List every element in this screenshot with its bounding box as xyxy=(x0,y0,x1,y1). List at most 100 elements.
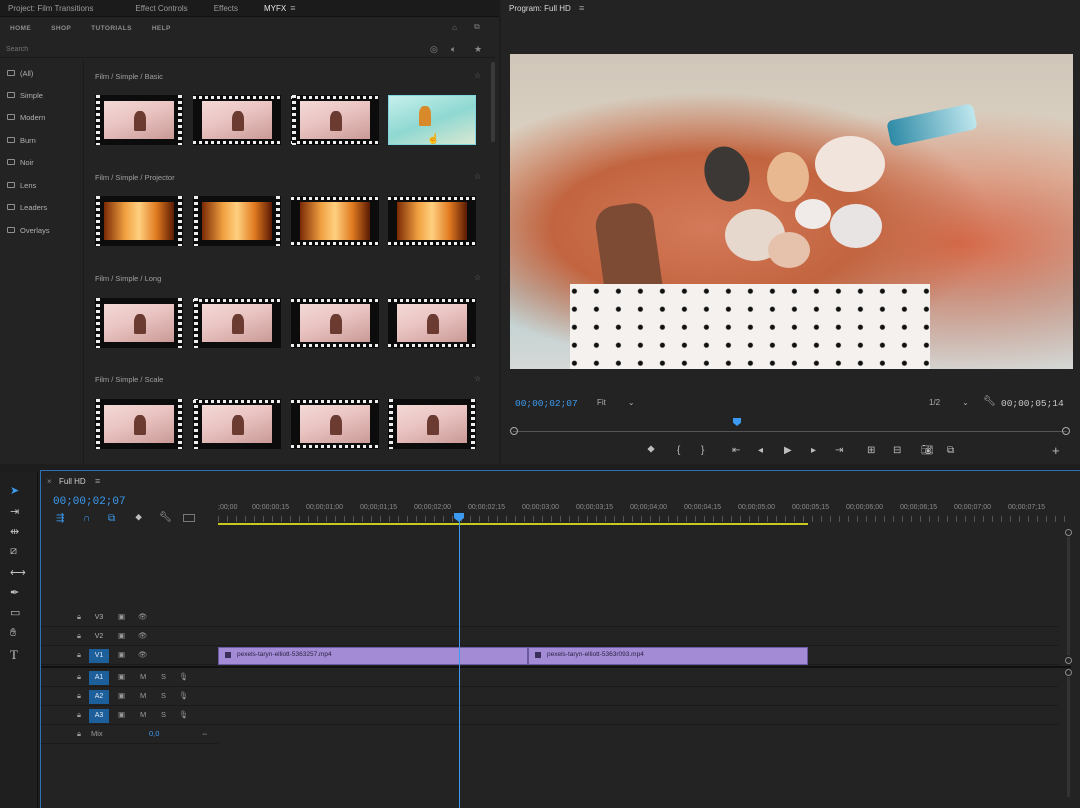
ripple-edit-tool-icon[interactable]: ⇹ xyxy=(10,525,19,538)
linked-selection-icon[interactable]: ⧉ xyxy=(108,513,115,524)
preset-thumbnail[interactable] xyxy=(388,196,476,246)
lock-icon[interactable]: 🔒︎ xyxy=(77,729,81,739)
preset-thumbnail[interactable] xyxy=(95,399,183,449)
preset-thumbnail[interactable] xyxy=(95,196,183,246)
add-marker-icon[interactable]: ⯁ xyxy=(647,445,655,456)
lift-icon[interactable]: ⊞ xyxy=(867,445,875,456)
preset-thumbnail[interactable] xyxy=(193,399,281,449)
lock-icon[interactable]: 🔒︎ xyxy=(77,631,81,641)
scrub-start-handle[interactable] xyxy=(510,427,518,435)
category-all[interactable]: (All) xyxy=(7,66,33,80)
compare-view-icon[interactable]: ⧉ xyxy=(947,445,954,456)
nav-shop[interactable]: SHOP xyxy=(41,25,81,32)
star-icon[interactable]: ☆ xyxy=(474,172,481,181)
favorite-icon[interactable]: ★ xyxy=(474,44,482,55)
solo-button[interactable]: S xyxy=(161,691,166,700)
mix-value[interactable]: 0,0 xyxy=(149,729,159,738)
preset-thumbnail[interactable] xyxy=(193,196,281,246)
audio-vertical-scrollbar[interactable] xyxy=(1067,677,1070,797)
nav-tutorials[interactable]: TUTORIALS xyxy=(81,25,142,32)
lock-icon[interactable]: 🔒︎ xyxy=(77,710,81,720)
nest-icon[interactable]: ⇶ xyxy=(56,513,64,524)
lock-icon[interactable]: 🔒︎ xyxy=(77,691,81,701)
resolution-dropdown[interactable]: 1/2 ⌄ xyxy=(929,398,969,407)
track-row-v2[interactable] xyxy=(218,628,1058,646)
speaker-icon[interactable]: 🔈︎ xyxy=(451,44,456,55)
mark-in-icon[interactable]: { xyxy=(677,445,680,456)
play-icon[interactable]: ▶ xyxy=(784,445,792,456)
type-tool-icon[interactable]: T xyxy=(10,647,18,663)
microphone-icon[interactable]: 🎙︎ xyxy=(179,710,189,719)
eye-icon[interactable]: 👁︎ xyxy=(138,612,148,621)
snap-icon[interactable]: ∩ xyxy=(83,513,90,524)
selection-tool-icon[interactable]: ➤ xyxy=(10,484,19,497)
go-to-end-icon[interactable]: ⇔ xyxy=(201,729,209,738)
category-simple[interactable]: Simple xyxy=(7,88,43,102)
captions-icon[interactable] xyxy=(183,514,195,522)
track-row-a1[interactable] xyxy=(218,669,1058,687)
category-leaders[interactable]: Leaders xyxy=(7,200,47,214)
preset-thumbnail[interactable] xyxy=(193,95,281,145)
search-input[interactable] xyxy=(6,43,306,55)
program-playhead[interactable] xyxy=(733,418,741,426)
film-icon[interactable]: ▣ xyxy=(118,612,125,621)
eye-icon[interactable]: 👁︎ xyxy=(138,650,148,659)
category-overlays[interactable]: Overlays xyxy=(7,223,50,237)
pen-tool-icon[interactable]: ✒ xyxy=(10,586,19,599)
film-icon[interactable]: ▣ xyxy=(118,650,125,659)
wrench-icon[interactable]: 🔧︎ xyxy=(983,396,996,407)
tab-project[interactable]: Project: Film Transitions xyxy=(0,4,103,13)
lock-icon[interactable]: 🔒︎ xyxy=(77,612,81,622)
extract-icon[interactable]: ⊟ xyxy=(893,445,901,456)
lock-icon[interactable]: 🔒︎ xyxy=(77,650,81,660)
tab-effect-controls[interactable]: Effect Controls xyxy=(125,4,197,13)
fit-dropdown[interactable]: Fit ⌄ xyxy=(597,398,635,407)
mute-button[interactable]: M xyxy=(140,710,146,719)
scrub-end-handle[interactable] xyxy=(1062,427,1070,435)
work-area-bar[interactable] xyxy=(218,523,808,525)
solo-button[interactable]: S xyxy=(161,710,166,719)
mark-out-icon[interactable]: } xyxy=(701,445,704,456)
film-icon[interactable]: ▣ xyxy=(118,691,125,700)
step-forward-icon[interactable]: ▸ xyxy=(811,445,816,456)
add-button-icon[interactable]: + xyxy=(1052,443,1060,458)
program-scrub-bar[interactable] xyxy=(513,431,1067,432)
preset-thumbnail[interactable] xyxy=(388,399,476,449)
tab-effects[interactable]: Effects xyxy=(204,4,248,13)
panel-menu-icon[interactable]: ≡ xyxy=(579,3,584,13)
category-lens[interactable]: Lens xyxy=(7,178,36,192)
video-clip[interactable]: pexels-taryn-elliott-5363257.mp4 xyxy=(218,647,528,665)
sequence-tab[interactable]: Full HD xyxy=(59,477,86,486)
track-divider[interactable] xyxy=(41,666,1071,668)
time-ruler[interactable]: ;00;00 00;00;00;15 00;00;01;00 00;00;01;… xyxy=(218,504,1068,524)
nav-help[interactable]: HELP xyxy=(142,25,181,32)
external-link-icon[interactable]: ⧉ xyxy=(474,22,480,32)
star-icon[interactable]: ☆ xyxy=(474,374,481,383)
track-row-a2[interactable] xyxy=(218,688,1058,706)
mute-button[interactable]: M xyxy=(140,691,146,700)
panel-menu-icon[interactable]: ≡ xyxy=(290,3,295,13)
video-clip[interactable]: pexels-taryn-elliott-5363r093.mp4 xyxy=(528,647,808,665)
mute-button[interactable]: M xyxy=(140,672,146,681)
timeline-timecode[interactable]: 00;00;02;07 xyxy=(53,496,126,508)
category-noir[interactable]: Noir xyxy=(7,155,34,169)
close-icon[interactable]: × xyxy=(47,477,52,486)
preset-thumbnail[interactable] xyxy=(291,196,379,246)
category-modern[interactable]: Modern xyxy=(7,110,45,124)
track-select-tool-icon[interactable]: ⇥ xyxy=(10,505,19,518)
razor-tool-icon[interactable]: ⧄ xyxy=(10,545,17,558)
hand-tool-icon[interactable]: ✋︎ xyxy=(10,627,16,640)
microphone-icon[interactable]: 🎙︎ xyxy=(179,672,189,681)
preset-thumbnail[interactable] xyxy=(95,298,183,348)
go-to-in-icon[interactable]: ⇤ xyxy=(732,445,740,456)
star-icon[interactable]: ☆ xyxy=(474,273,481,282)
vertical-scroll-handle[interactable] xyxy=(1065,657,1072,664)
vertical-scroll-handle[interactable] xyxy=(1065,529,1072,536)
program-current-timecode[interactable]: 00;00;02;07 xyxy=(515,398,578,409)
home-icon[interactable]: ⌂ xyxy=(452,23,457,32)
step-back-icon[interactable]: ◂ xyxy=(758,445,763,456)
preset-thumbnail[interactable] xyxy=(388,298,476,348)
preset-thumbnail[interactable] xyxy=(193,298,281,348)
star-icon[interactable]: ☆ xyxy=(474,71,481,80)
slip-tool-icon[interactable]: ⟷ xyxy=(10,566,26,579)
